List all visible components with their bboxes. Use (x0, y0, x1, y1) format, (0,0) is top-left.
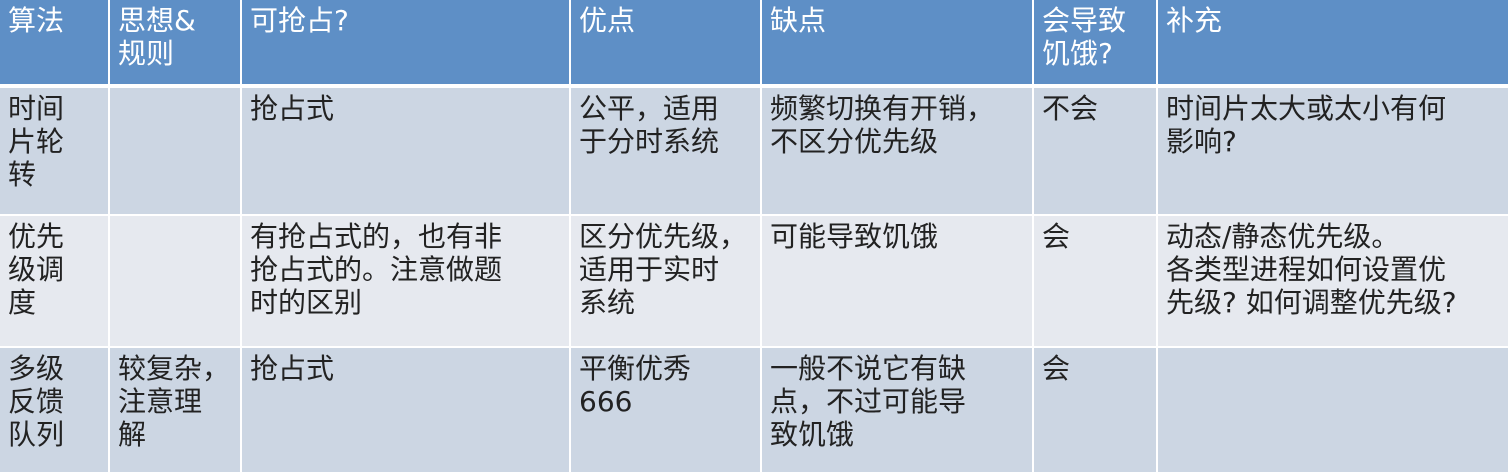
cell-idea-rules: 较复杂， 注意理 解 (109, 347, 242, 474)
cell-idea-rules (109, 86, 242, 216)
cell-algorithm: 时间 片轮 转 (0, 86, 110, 216)
table-row: 优先 级调 度 有抢占式的，也有非 抢占式的。注意做题 时的区别 区分优先级， … (0, 215, 1508, 348)
cell-starvation: 会 (1033, 215, 1158, 348)
cell-preemptive: 抢占式 (241, 86, 571, 216)
table-row: 多级 反馈 队列 较复杂， 注意理 解 抢占式 平衡优秀 666 一般不说它有缺… (0, 347, 1508, 474)
cell-disadvantages: 一般不说它有缺 点，不过可能导 致饥饿 (761, 347, 1034, 474)
cell-algorithm: 多级 反馈 队列 (0, 347, 110, 474)
cell-advantages: 区分优先级， 适用于实时 系统 (570, 215, 762, 348)
header-disadvantages: 缺点 (761, 0, 1034, 88)
cell-notes: 动态/静态优先级。 各类型进程如何设置优 先级? 如何调整优先级? (1157, 215, 1508, 348)
cell-advantages: 平衡优秀 666 (570, 347, 762, 474)
cell-starvation: 不会 (1033, 86, 1158, 216)
header-advantages: 优点 (570, 0, 762, 88)
table-row: 时间 片轮 转 抢占式 公平，适用 于分时系统 频繁切换有开销， 不区分优先级 … (0, 86, 1508, 216)
header-notes: 补充 (1157, 0, 1508, 88)
cell-starvation: 会 (1033, 347, 1158, 474)
header-preemptive: 可抢占? (241, 0, 571, 88)
header-idea-rules: 思想& 规则 (109, 0, 242, 88)
header-starvation: 会导致 饥饿? (1033, 0, 1158, 88)
cell-algorithm: 优先 级调 度 (0, 215, 110, 348)
cell-idea-rules (109, 215, 242, 348)
header-row: 算法 思想& 规则 可抢占? 优点 缺点 会导致 饥饿? 补充 (0, 0, 1508, 88)
scheduling-algorithms-table: 算法 思想& 规则 可抢占? 优点 缺点 会导致 饥饿? 补充 时间 片轮 转 … (0, 0, 1508, 474)
cell-preemptive: 抢占式 (241, 347, 571, 474)
cell-preemptive: 有抢占式的，也有非 抢占式的。注意做题 时的区别 (241, 215, 571, 348)
cell-disadvantages: 可能导致饥饿 (761, 215, 1034, 348)
cell-advantages: 公平，适用 于分时系统 (570, 86, 762, 216)
cell-notes (1157, 347, 1508, 474)
cell-disadvantages: 频繁切换有开销， 不区分优先级 (761, 86, 1034, 216)
cell-notes: 时间片太大或太小有何 影响? (1157, 86, 1508, 216)
header-algorithm: 算法 (0, 0, 110, 88)
